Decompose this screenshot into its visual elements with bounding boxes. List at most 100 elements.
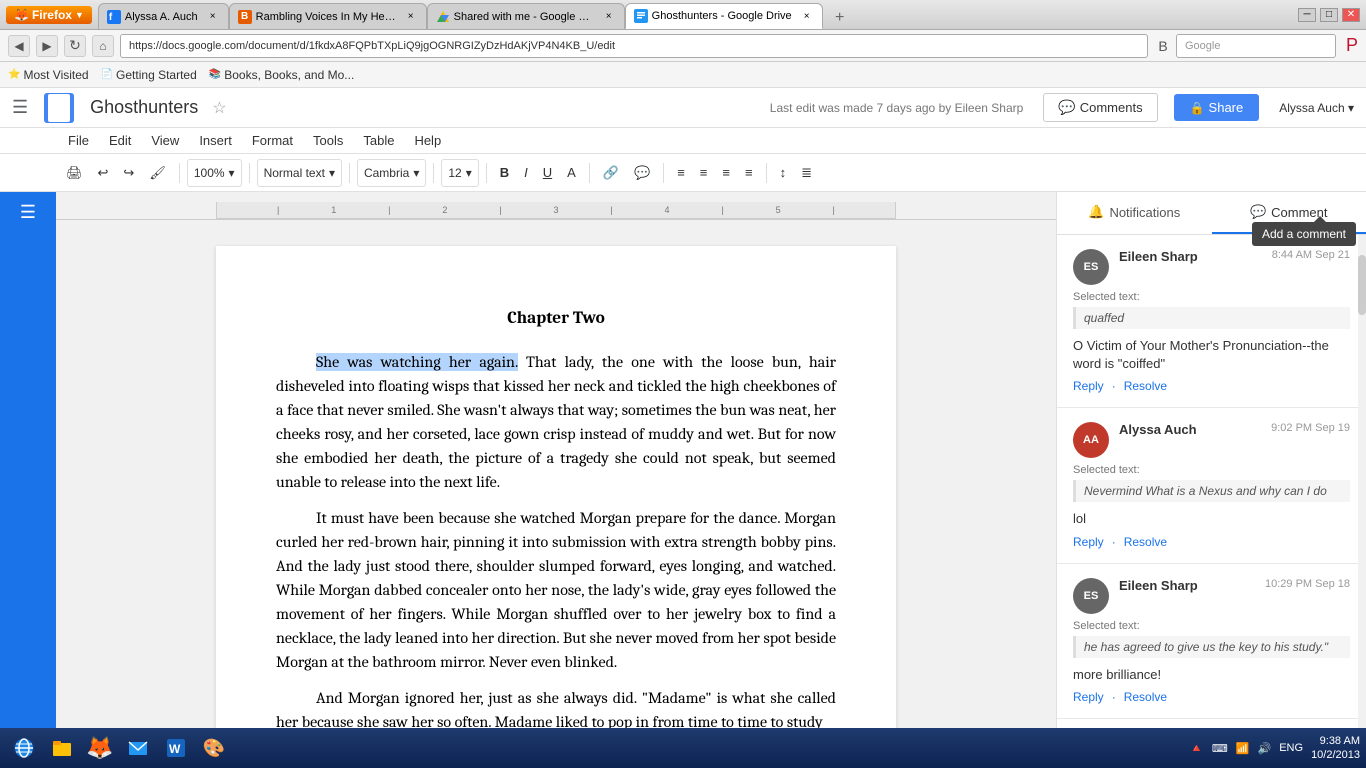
docs-logo [44,93,74,123]
word-taskbar-icon[interactable]: W [158,730,194,766]
tab-drive[interactable]: Shared with me - Google Drive × [427,3,625,29]
document-area[interactable]: |1|2|3|4|5| Chapter Two She was watching… [56,192,1056,728]
firefox-menu-button[interactable]: 🦊 Firefox ▼ [6,6,92,24]
comments-scrollbar-track[interactable] [1358,235,1366,728]
notification-icon: 🔺 [1189,741,1204,755]
tab-docs[interactable]: Ghosthunters - Google Drive × [625,3,823,29]
network-icon: 📶 [1236,742,1250,755]
comment-2-reply[interactable]: Reply [1073,535,1104,549]
menu-view[interactable]: View [143,130,187,151]
toolbar-divider-8 [766,163,767,183]
comment-2-selected-label: Selected text: [1073,464,1350,476]
comment-2-time: 9:02 PM Sep 19 [1271,422,1350,434]
comment-3-reply[interactable]: Reply [1073,690,1104,704]
font-select[interactable]: Cambria ▾ [357,159,426,187]
tab-close-fb[interactable]: × [206,10,220,24]
comment-2-header: AA Alyssa Auch 9:02 PM Sep 19 [1073,422,1350,458]
bookmark-books[interactable]: 📚 Books, Books, and Mo... [209,68,355,82]
paint-format-button[interactable]: 🖌 [143,159,172,187]
comment-2-avatar: AA [1073,422,1109,458]
style-select[interactable]: Normal text ▾ [257,159,342,187]
comment-2-resolve[interactable]: Resolve [1124,535,1167,549]
undo-button[interactable]: ↩ [92,159,115,187]
list-button[interactable]: ≣ [795,159,818,187]
paragraph-1: She was watching her again. That lady, t… [276,350,836,494]
comment-button[interactable]: 💬 [628,159,656,187]
bookmark-getting-started[interactable]: 📄 Getting Started [101,68,197,82]
style-chevron-icon: ▾ [329,166,335,180]
redo-button[interactable]: ↪ [117,159,140,187]
tab-blog[interactable]: B Rambling Voices In My Head: Lunula × [229,3,427,29]
tab-close-blog[interactable]: × [404,10,418,24]
menu-format[interactable]: Format [244,130,301,151]
zoom-select[interactable]: 100% ▾ [187,159,242,187]
home-button[interactable]: ⌂ [92,35,114,57]
tabs-container: f Alyssa A. Auch × B Rambling Voices In … [98,0,1292,29]
menu-table[interactable]: Table [355,130,402,151]
bookmark-most-visited[interactable]: ⭐ Most Visited [8,68,89,82]
folder-icon[interactable] [44,730,80,766]
align-center-button[interactable]: ≡ [694,159,714,187]
bold-button[interactable]: B [494,159,515,187]
reload-button[interactable]: ↻ [64,35,86,57]
comments-button[interactable]: 💬 Comments [1043,93,1157,122]
close-button[interactable]: ✕ [1342,8,1360,22]
line-spacing-button[interactable]: ↕ [774,159,793,187]
user-info[interactable]: Alyssa Auch ▾ [1279,101,1354,115]
browser-search-input[interactable]: Google [1176,34,1336,58]
comment-2-actions: Reply · Resolve [1073,535,1350,549]
align-right-button[interactable]: ≡ [716,159,736,187]
comment-item-2: AA Alyssa Auch 9:02 PM Sep 19 Selected t… [1057,408,1366,563]
ie-icon[interactable] [6,730,42,766]
comment-1-meta: Eileen Sharp 8:44 AM Sep 21 [1119,249,1350,264]
tab-facebook[interactable]: f Alyssa A. Auch × [98,3,229,29]
pinterest-icon[interactable]: P [1346,35,1358,56]
url-input[interactable]: https://docs.google.com/document/d/1fkdx… [120,34,1148,58]
comment-2-selected-text: Nevermind What is a Nexus and why can I … [1073,480,1350,502]
highlighted-text-1: She was watching her again. [316,353,518,371]
tab-notifications-label: Notifications [1109,205,1180,220]
email-taskbar-icon[interactable] [120,730,156,766]
share-button[interactable]: 🔒 Share [1174,94,1260,121]
italic-button[interactable]: I [518,159,534,187]
forward-button[interactable]: ▶ [36,35,58,57]
comment-item-3: ES Eileen Sharp 10:29 PM Sep 18 Selected… [1057,564,1366,719]
comment-3-header: ES Eileen Sharp 10:29 PM Sep 18 [1073,578,1350,614]
underline-button[interactable]: U [537,159,558,187]
paint-taskbar-icon[interactable]: 🎨 [196,730,232,766]
menu-tools[interactable]: Tools [305,130,351,151]
comment-3-resolve[interactable]: Resolve [1124,690,1167,704]
toolbar-divider-5 [486,163,487,183]
back-button[interactable]: ◀ [8,35,30,57]
new-tab-button[interactable]: + [827,7,853,29]
tab-favicon-blog: B [238,10,252,24]
tab-notifications[interactable]: 🔔 Notifications [1057,192,1212,234]
restore-button[interactable]: □ [1320,8,1338,22]
tab-close-docs[interactable]: × [800,9,814,23]
comment-1-resolve[interactable]: Resolve [1124,379,1167,393]
comment-1-selected-text: quaffed [1073,307,1350,329]
document-title[interactable]: Ghosthunters [90,97,198,118]
comment-2-author: Alyssa Auch [1119,422,1197,437]
minimize-button[interactable]: ─ [1298,8,1316,22]
justify-button[interactable]: ≡ [739,159,759,187]
menu-help[interactable]: Help [406,130,449,151]
print-button[interactable]: 🖨 [60,159,89,187]
sidebar-hamburger-icon[interactable]: ☰ [20,202,36,223]
tab-comment[interactable]: 💬 Comment Add a comment [1212,192,1366,234]
text-color-button[interactable]: A [561,159,582,187]
fontsize-select[interactable]: 12 ▾ [441,159,478,187]
document-page[interactable]: Chapter Two She was watching her again. … [216,246,896,728]
align-left-button[interactable]: ≡ [671,159,691,187]
menu-file[interactable]: File [60,130,97,151]
comment-1-reply[interactable]: Reply [1073,379,1104,393]
star-icon[interactable]: ☆ [212,98,226,118]
link-button[interactable]: 🔗 [597,159,625,187]
menu-edit[interactable]: Edit [101,130,139,151]
comments-scrollbar-thumb[interactable] [1358,255,1366,315]
tab-close-drive[interactable]: × [602,10,616,24]
toolbar-divider-3 [349,163,350,183]
firefox-taskbar-icon[interactable]: 🦊 [82,730,118,766]
menu-insert[interactable]: Insert [191,130,240,151]
hamburger-menu-icon[interactable]: ☰ [12,97,28,118]
